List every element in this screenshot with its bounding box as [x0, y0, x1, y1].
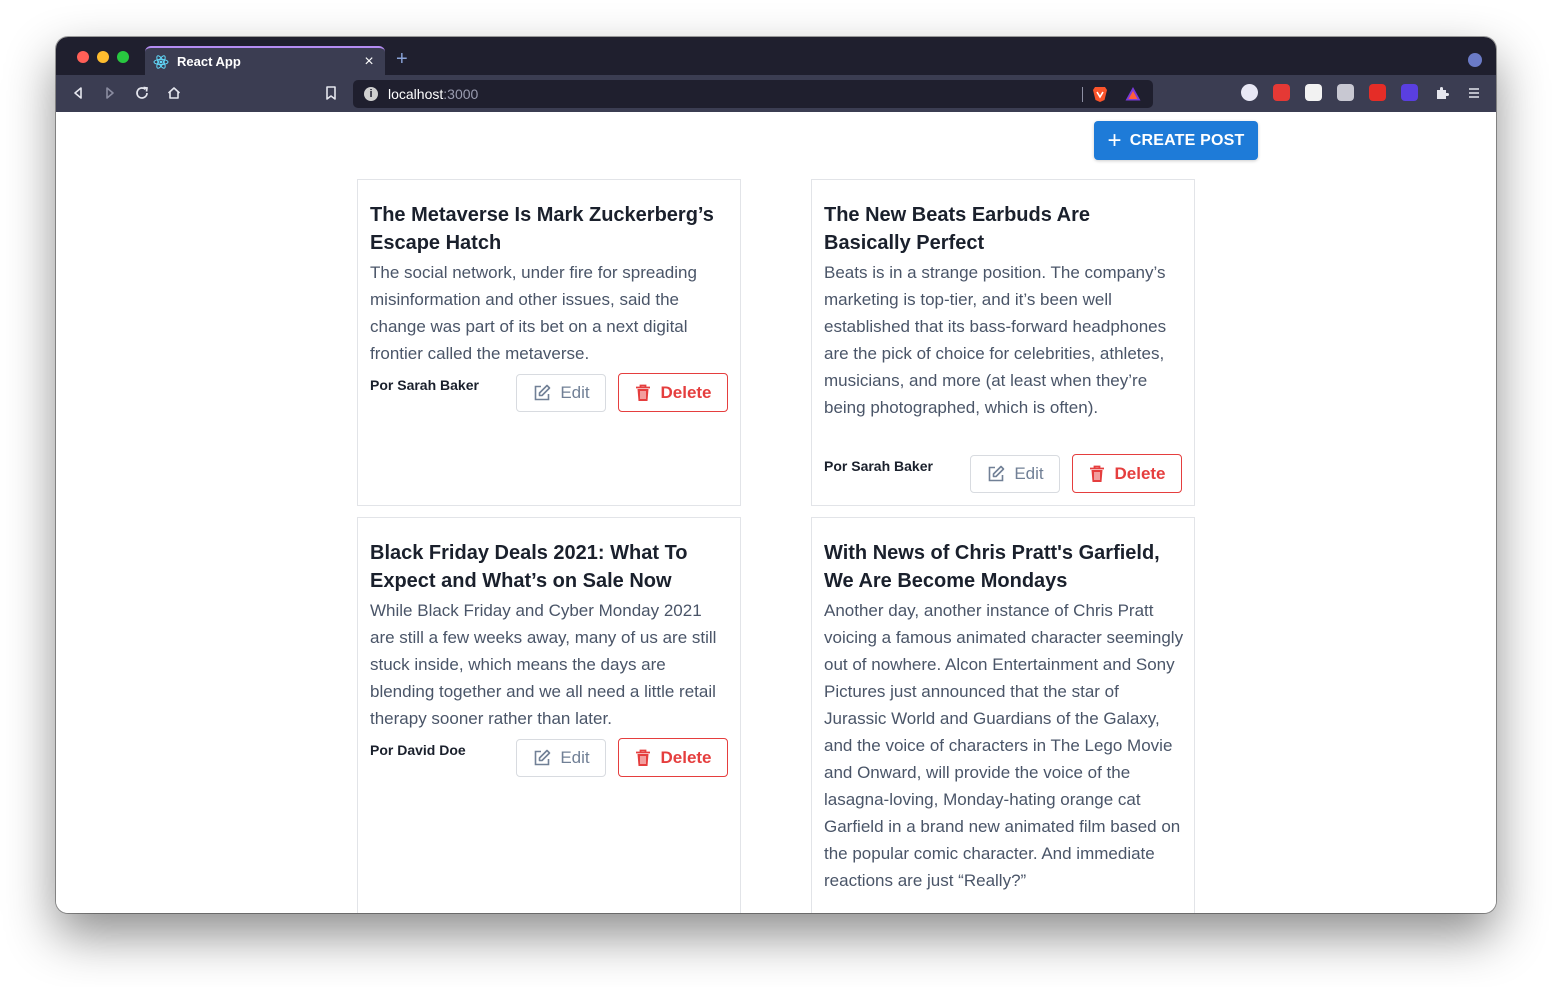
post-body: The social network, under fire for sprea… [370, 263, 697, 363]
post-card: Black Friday Deals 2021: What To Expect … [357, 517, 741, 913]
navigation-bar: i localhost:3000 [56, 75, 1496, 112]
url-port: :3000 [443, 86, 479, 102]
tab-title: React App [177, 54, 241, 69]
zoom-window-button[interactable] [117, 51, 129, 63]
create-post-label: CREATE POST [1129, 131, 1245, 149]
post-body: Another day, another instance of Chris P… [824, 601, 1184, 890]
edit-icon [535, 384, 551, 401]
browser-window: React App × + i localhost:3000 + CREATE… [56, 37, 1496, 913]
forward-icon[interactable] [100, 83, 120, 103]
edit-button[interactable]: Edit [970, 455, 1060, 493]
menu-icon[interactable] [1464, 83, 1484, 103]
edit-icon [535, 749, 551, 766]
post-title: The Metaverse Is Mark Zuckerberg’s Escap… [370, 204, 714, 254]
post-title: Black Friday Deals 2021: What To Expect … [370, 542, 688, 592]
post-card: The New Beats Earbuds Are Basically Perf… [811, 179, 1195, 506]
new-tab-button[interactable]: + [396, 49, 408, 69]
post-card: With News of Chris Pratt's Garfield, We … [811, 517, 1195, 913]
delete-label: Delete [1114, 463, 1166, 483]
brave-shields-icon[interactable] [1091, 85, 1109, 106]
trash-icon [636, 384, 651, 401]
edit-label: Edit [1014, 464, 1044, 483]
close-window-button[interactable] [77, 51, 89, 63]
tab-bar: React App × + [56, 37, 1496, 75]
delete-label: Delete [660, 382, 712, 402]
tab-close-icon[interactable]: × [359, 53, 379, 71]
tab-menu-icon[interactable] [1468, 53, 1482, 67]
edit-icon [989, 465, 1005, 482]
post-body: While Black Friday and Cyber Monday 2021… [370, 601, 717, 728]
extension-icon-4[interactable] [1337, 84, 1354, 101]
extension-icon-2[interactable] [1273, 84, 1290, 101]
edit-label: Edit [560, 383, 590, 402]
trash-icon [1090, 465, 1105, 482]
delete-button[interactable]: Delete [1072, 454, 1182, 493]
extensions-puzzle-icon[interactable] [1432, 83, 1452, 103]
delete-label: Delete [660, 747, 712, 767]
edit-button[interactable]: Edit [516, 374, 606, 412]
address-bar[interactable]: i localhost:3000 [353, 80, 1153, 108]
edit-button[interactable]: Edit [516, 739, 606, 777]
post-author: Por David Doe [370, 742, 466, 758]
trash-icon [636, 749, 651, 766]
post-body: Beats is in a strange position. The comp… [824, 263, 1167, 417]
browser-tab[interactable]: React App × [145, 46, 385, 75]
bookmark-icon[interactable] [321, 83, 341, 103]
post-title: The New Beats Earbuds Are Basically Perf… [824, 204, 1091, 254]
minimize-window-button[interactable] [97, 51, 109, 63]
youtube-extension-icon[interactable] [1369, 84, 1386, 101]
post-author: Por Sarah Baker [824, 458, 933, 474]
back-icon[interactable] [68, 83, 88, 103]
post-title: With News of Chris Pratt's Garfield, We … [824, 542, 1160, 592]
delete-button[interactable]: Delete [618, 738, 728, 777]
page-content: + CREATE POST The Metaverse Is Mark Zuck… [56, 112, 1496, 913]
delete-button[interactable]: Delete [618, 373, 728, 412]
react-icon [153, 54, 169, 70]
extension-icon-6[interactable] [1401, 84, 1418, 101]
reload-icon[interactable] [132, 83, 152, 103]
edit-label: Edit [560, 748, 590, 767]
site-info-icon[interactable]: i [364, 87, 378, 101]
post-card: The Metaverse Is Mark Zuckerberg’s Escap… [357, 179, 741, 506]
post-author: Por Sarah Baker [370, 377, 479, 393]
brave-rewards-icon[interactable] [1124, 85, 1142, 106]
extension-icon-3[interactable] [1305, 84, 1322, 101]
extension-icon-1[interactable] [1241, 84, 1258, 101]
home-icon[interactable] [164, 83, 184, 103]
url-divider [1082, 87, 1083, 102]
url-host: localhost [388, 86, 444, 102]
plus-icon: + [1107, 126, 1122, 154]
create-post-button[interactable]: + CREATE POST [1094, 121, 1258, 160]
